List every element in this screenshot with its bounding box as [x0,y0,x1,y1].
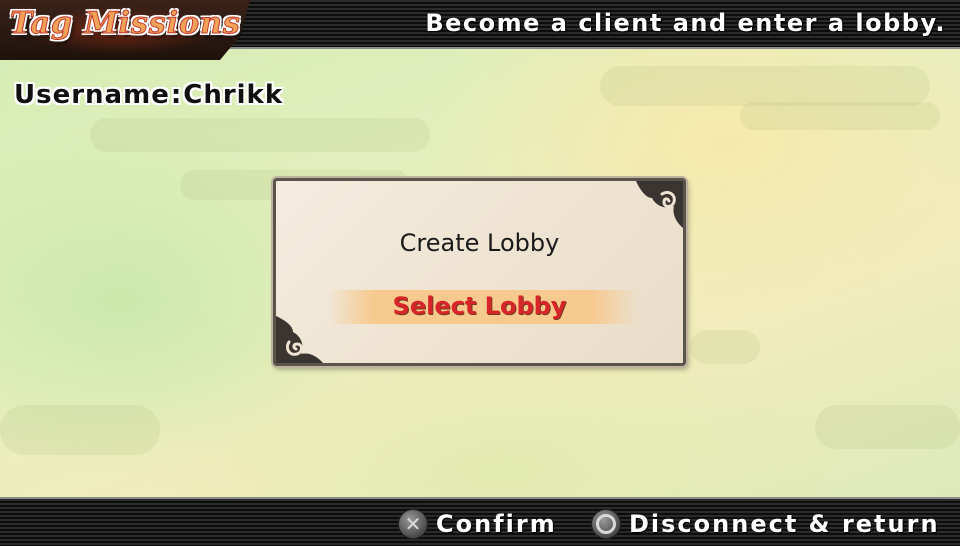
background-cloud [0,405,160,455]
username-value: Chrikk [183,80,284,110]
corner-ornament-icon [636,181,683,228]
lobby-menu-dialog: Create Lobby Select Lobby [273,178,686,366]
cross-button-icon: ✕ [398,509,428,539]
background-cloud [815,405,960,449]
username-display: Username:Chrikk [14,80,283,110]
confirm-label: Confirm [436,510,557,538]
circle-button-icon [591,509,621,539]
background-cloud [740,102,940,130]
instruction-text: Become a client and enter a lobby. [425,9,946,37]
confirm-hint[interactable]: ✕ Confirm [398,509,557,539]
disconnect-label: Disconnect & return [629,510,940,538]
background-cloud [690,330,760,364]
screen-title: Tag Missions [10,6,241,42]
username-label: Username [14,80,170,110]
username-separator: : [170,80,183,110]
background-cloud [90,118,430,152]
create-lobby-option[interactable]: Create Lobby [276,229,683,257]
disconnect-hint[interactable]: Disconnect & return [591,509,940,539]
select-lobby-option[interactable]: Select Lobby [276,292,683,320]
footer-bar: ✕ Confirm Disconnect & return [0,497,960,546]
background-cloud [600,66,930,106]
